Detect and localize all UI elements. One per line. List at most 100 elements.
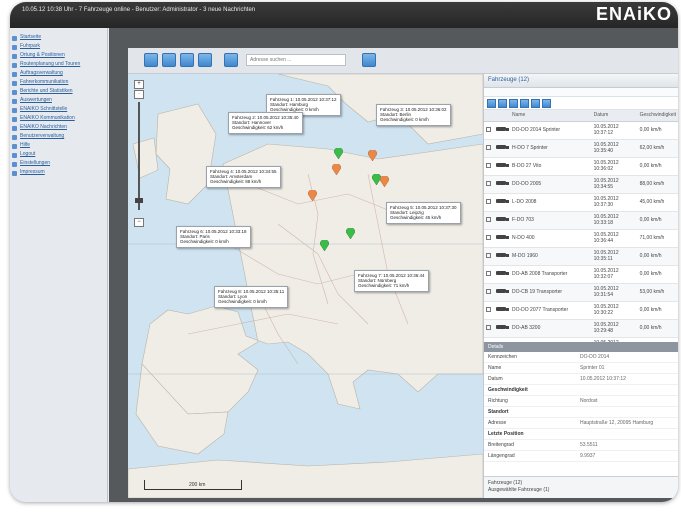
details-rows: Kennzeichen DO-DO 2014 Name Sprinter 01 Datu…: [484, 352, 678, 462]
detail-key: Letzte Position: [488, 431, 524, 437]
popup-line: Geschwindigkeit: 0 km/h: [380, 117, 429, 123]
vehicle-popup[interactable]: Fahrzeug 3: 10.05.2012 10:36:02 Standort…: [376, 104, 451, 126]
row-checkbox[interactable]: [484, 175, 494, 194]
row-checkbox[interactable]: [484, 247, 494, 266]
table-row[interactable]: DO-DO 2014 Sprinter 10.05.2012 10:37:12 0,…: [484, 121, 678, 140]
vehicle-popup[interactable]: Fahrzeug 8: 10.05.2012 10:35:11 Standort…: [214, 286, 289, 308]
table-row[interactable]: L-DO 2008 10.05.2012 10:37:30 45,00 km/h: [484, 193, 678, 212]
popup-line: Geschwindigkeit: 45 km/h: [390, 215, 442, 221]
vehicle-name-cell: H-DO 7 Sprinter: [510, 139, 592, 158]
vehicle-marker-icon[interactable]: [368, 150, 377, 161]
vehicle-popup[interactable]: Fahrzeug 7: 10.05.2012 10:36:44 Standort…: [354, 270, 429, 292]
vehicle-marker-icon[interactable]: [334, 148, 343, 159]
vehicle-speed-cell: 0,00 km/h: [637, 265, 678, 284]
truck-icon: [494, 139, 510, 158]
row-checkbox[interactable]: [484, 229, 494, 248]
truck-icon: [494, 175, 510, 194]
vehicle-popup[interactable]: Fahrzeug 5: 10.05.2012 10:37:30 Standort…: [386, 202, 461, 224]
vehicle-speed-cell: 0,00 km/h: [637, 211, 678, 230]
vehicle-speed-cell: 0,00 km/h: [637, 301, 678, 320]
truck-icon: [494, 265, 510, 284]
detail-key: Name: [488, 365, 502, 371]
row-checkbox[interactable]: [484, 265, 494, 284]
zoom-all-button[interactable]: [162, 53, 176, 67]
zoom-rail[interactable]: [138, 102, 140, 210]
column-header[interactable]: Datum: [591, 110, 638, 122]
map-view[interactable]: + · − 200 km Fahrzeug 1: 10.05.2012 10:3…: [128, 74, 483, 498]
table-row[interactable]: F-DO 703 10.05.2012 10:33:18 0,00 km/h: [484, 211, 678, 230]
vehicle-popup[interactable]: Fahrzeug 2: 10.05.2012 10:35:40 Standort…: [228, 112, 303, 134]
layers-button[interactable]: [180, 53, 194, 67]
row-checkbox[interactable]: [484, 121, 494, 140]
grid-settings-icon[interactable]: [542, 99, 551, 108]
table-row[interactable]: H-DO 7 Sprinter 10.05.2012 10:35:40 62,00 …: [484, 139, 678, 158]
row-checkbox[interactable]: [484, 319, 494, 338]
vehicle-marker-icon[interactable]: [380, 176, 389, 187]
vehicle-marker-icon[interactable]: [346, 228, 355, 239]
row-checkbox[interactable]: [484, 139, 494, 158]
table-row[interactable]: DO-DO 2005 10.05.2012 10:34:55 88,00 km/h: [484, 175, 678, 194]
row-checkbox[interactable]: [484, 211, 494, 230]
column-header[interactable]: Name: [510, 110, 592, 122]
pan-button[interactable]: ·: [134, 90, 144, 99]
detail-key: Datum: [488, 376, 503, 382]
scale-label: 200 km: [189, 482, 206, 488]
table-row[interactable]: M-DO 1960 10.05.2012 10:35:11 0,00 km/h: [484, 247, 678, 266]
grid-refresh-icon[interactable]: [487, 99, 496, 108]
table-row[interactable]: DO-CB 19 Transporter 10.05.2012 10:31:54 5…: [484, 283, 678, 302]
vehicle-date-cell: 10.05.2012 10:29:48: [591, 319, 638, 338]
sidebar-item[interactable]: Impressum: [12, 169, 107, 179]
detail-value: Nordost: [580, 398, 598, 404]
sidebar-item-label: Impressum: [20, 169, 45, 175]
row-checkbox[interactable]: [484, 193, 494, 212]
grid-export-icon[interactable]: [520, 99, 529, 108]
vehicle-name-cell: DO-DO 2005: [510, 175, 592, 194]
vehicle-date-cell: 10.05.2012 10:36:02: [591, 157, 638, 176]
globe-button[interactable]: [198, 53, 212, 67]
address-search-input[interactable]: [246, 54, 346, 66]
column-header[interactable]: Geschwindigkeit: [637, 110, 678, 122]
table-row[interactable]: DO-AB 3200 10.05.2012 10:29:48 0,00 km/h: [484, 319, 678, 338]
vehicle-table: Name Datum Geschwindigkeit DO-DO 2014 Sp…: [484, 110, 678, 356]
sidebar-item-label: ENAIKO Schnittstelle: [20, 106, 68, 112]
detail-row: Datum 10.05.2012 10:37:12: [484, 374, 678, 385]
vehicle-speed-cell: 53,00 km/h: [637, 283, 678, 302]
column-header[interactable]: [484, 110, 494, 122]
refresh-button[interactable]: [144, 53, 158, 67]
truck-icon: [494, 229, 510, 248]
table-row[interactable]: DO-AB 2008 Transporter 10.05.2012 10:32:0…: [484, 265, 678, 284]
detail-row: Richtung Nordost: [484, 396, 678, 407]
logo-text: ENAiKO: [595, 4, 672, 24]
column-header[interactable]: [494, 110, 510, 122]
detail-row: Breitengrad 53.5511: [484, 440, 678, 451]
zoom-slider-handle[interactable]: [135, 198, 143, 203]
grid-toolbar: [484, 97, 678, 110]
sidebar-item-label: ENAIKO Nachrichten: [20, 124, 67, 130]
vehicle-marker-icon[interactable]: [332, 164, 341, 175]
truck-icon: [494, 301, 510, 320]
detail-key: Richtung: [488, 398, 508, 404]
row-checkbox[interactable]: [484, 283, 494, 302]
sidebar-item-label: Berichte und Statistiken: [20, 88, 73, 94]
vehicle-popup[interactable]: Fahrzeug 6: 10.05.2012 10:33:18 Standort…: [176, 226, 251, 248]
zoom-out-button[interactable]: −: [134, 218, 144, 227]
grid-select-all-icon[interactable]: [498, 99, 507, 108]
vehicle-marker-icon[interactable]: [308, 190, 317, 201]
vehicle-marker-icon[interactable]: [320, 240, 329, 251]
table-row[interactable]: B-DO 27 Vito 10.05.2012 10:36:02 0,00 km/h: [484, 157, 678, 176]
grid-print-icon[interactable]: [531, 99, 540, 108]
print-button[interactable]: [224, 53, 238, 67]
vehicle-popup[interactable]: Fahrzeug 4: 10.05.2012 10:34:55 Standort…: [206, 166, 281, 188]
row-checkbox[interactable]: [484, 157, 494, 176]
map-scale: 200 km: [144, 480, 242, 490]
vehicle-name-cell: DO-AB 2008 Transporter: [510, 265, 592, 284]
grid-deselect-icon[interactable]: [509, 99, 518, 108]
table-row[interactable]: DO-DO 2077 Transporter 10.05.2012 10:30:2…: [484, 301, 678, 320]
zoom-in-button[interactable]: +: [134, 80, 144, 89]
sidebar: Startseite Fuhrpark Ortung & Positionen Rou…: [10, 28, 108, 502]
details-header: Details: [484, 342, 678, 352]
grid-filter-bar[interactable]: [484, 88, 678, 97]
search-button[interactable]: [362, 53, 376, 67]
table-row[interactable]: N-DO 400 10.05.2012 10:36:44 71,00 km/h: [484, 229, 678, 248]
row-checkbox[interactable]: [484, 301, 494, 320]
